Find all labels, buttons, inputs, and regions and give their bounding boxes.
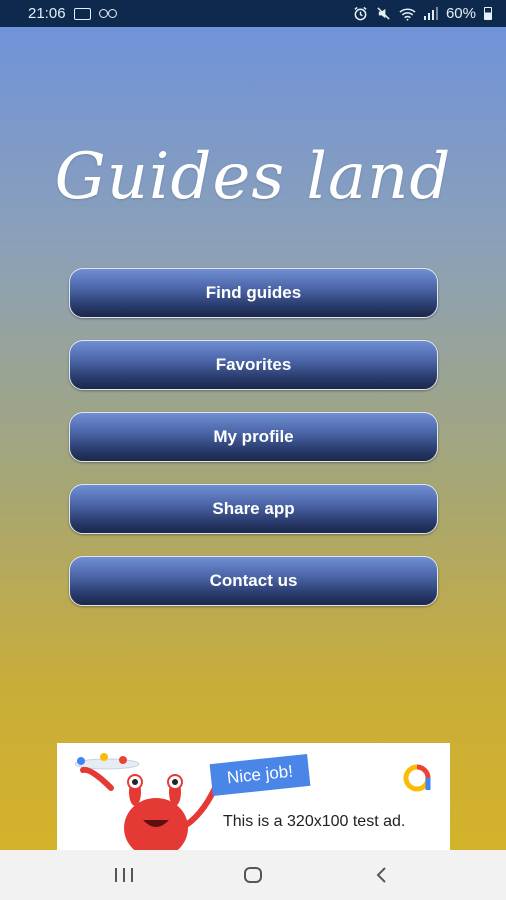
- status-bar-right: 60%: [353, 5, 492, 22]
- navigation-bar: [0, 850, 506, 900]
- ad-logo-icon: [403, 764, 431, 792]
- recent-apps-icon: [115, 868, 134, 882]
- my-profile-button[interactable]: My profile: [69, 412, 438, 462]
- ad-banner[interactable]: Nice job! This is a 320x100 test ad.: [57, 743, 450, 850]
- status-time: 21:06: [28, 5, 66, 22]
- find-guides-button[interactable]: Find guides: [69, 268, 438, 318]
- wifi-icon: [399, 7, 416, 21]
- home-button[interactable]: [233, 855, 273, 895]
- app-title: Guides land: [54, 140, 452, 214]
- recent-apps-button[interactable]: [104, 855, 144, 895]
- mute-icon: [377, 7, 390, 20]
- ad-nice-job-badge: Nice job!: [209, 753, 311, 797]
- battery-icon: [484, 7, 492, 20]
- main-menu: Find guides Favorites My profile Share a…: [69, 268, 438, 628]
- back-icon: [376, 867, 386, 883]
- share-app-button[interactable]: Share app: [69, 484, 438, 534]
- voicemail-icon: [98, 9, 117, 18]
- ad-text: This is a 320x100 test ad.: [223, 813, 406, 830]
- main-screen: Guides land Find guides Favorites My pro…: [0, 27, 506, 850]
- contact-us-button[interactable]: Contact us: [69, 556, 438, 606]
- status-bar-left: 21:06: [28, 5, 117, 22]
- ad-mascot-image: [74, 753, 219, 850]
- favorites-button[interactable]: Favorites: [69, 340, 438, 390]
- back-button[interactable]: [362, 855, 402, 895]
- signal-icon: [423, 7, 438, 20]
- status-bar: 21:06 60%: [0, 0, 506, 27]
- battery-percent: 60%: [445, 5, 476, 22]
- alarm-icon: [354, 6, 367, 21]
- home-icon: [243, 867, 262, 883]
- message-icon: [73, 7, 91, 20]
